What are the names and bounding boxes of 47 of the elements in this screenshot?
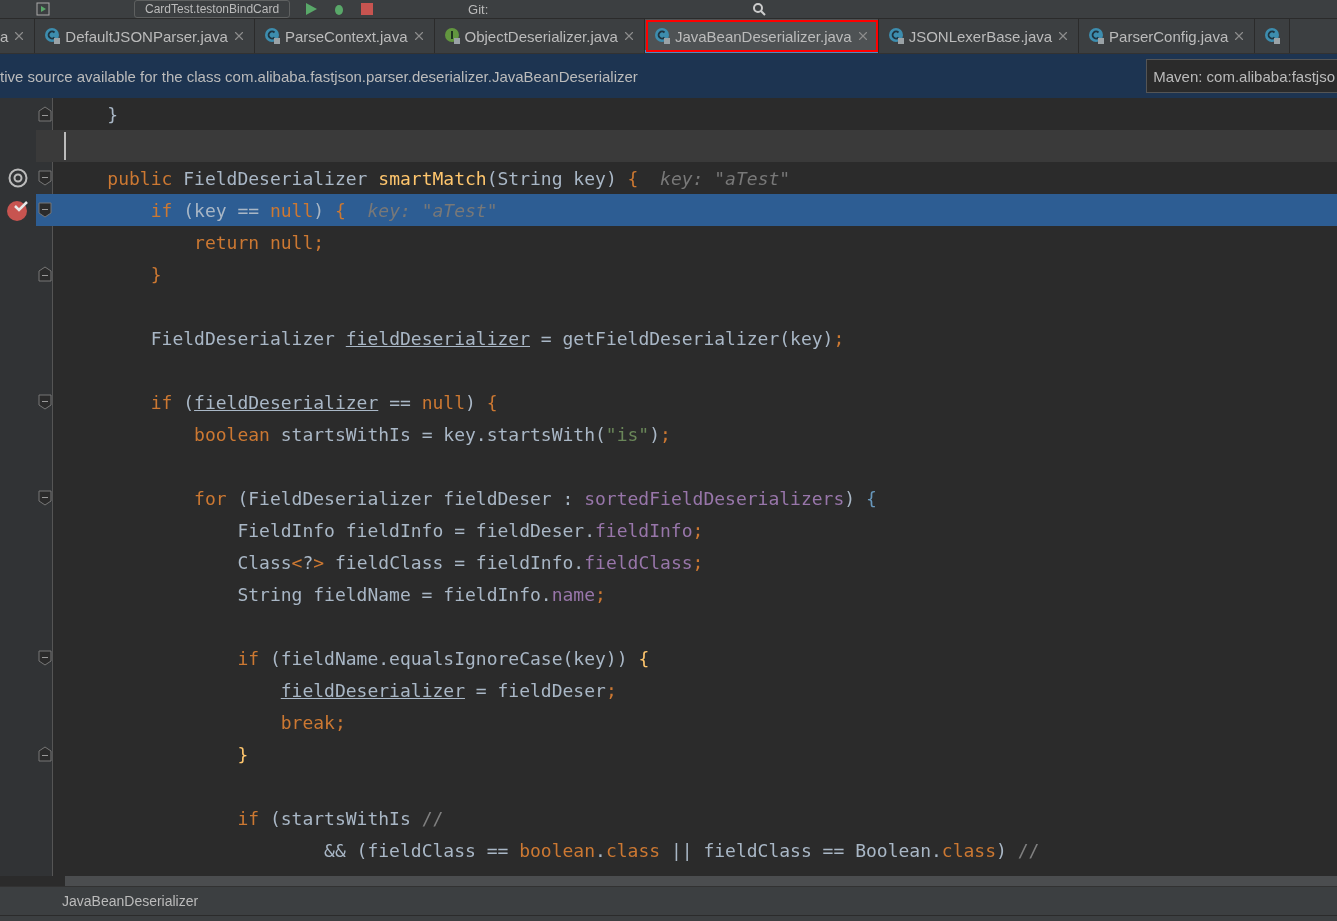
code-line: if (key == null) { key: "aTest" bbox=[149, 199, 498, 221]
code-line: } bbox=[236, 743, 249, 765]
code-line: if (fieldName.equalsIgnoreCase(key)) { bbox=[236, 647, 650, 669]
code-line: public FieldDeserializer smartMatch(String key) { key: "aTest" bbox=[106, 167, 791, 189]
code-line: FieldDeserializer fieldDeserializer = getFieldDeserializer(key); bbox=[149, 327, 845, 349]
class-file-icon bbox=[886, 27, 905, 45]
editor-tab[interactable]: JavaBeanDeserializer.java bbox=[644, 19, 879, 53]
fold-marker-icon[interactable] bbox=[37, 650, 52, 666]
code-line: } bbox=[106, 103, 119, 125]
code-line: if (fieldDeserializer == null) { bbox=[149, 391, 498, 413]
interface-file-icon bbox=[442, 27, 461, 45]
class-file-icon bbox=[1263, 27, 1282, 45]
class-file-icon bbox=[262, 27, 281, 45]
code-line: && (fieldClass == boolean.class || fieldClass == Boolean.class) // bbox=[323, 839, 1040, 861]
fold-marker-icon[interactable] bbox=[37, 106, 52, 122]
code-line: return null; bbox=[193, 231, 325, 253]
code-line: Class<?> fieldClass = fieldInfo.fieldClass; bbox=[236, 551, 704, 573]
maven-source-button[interactable]: Maven: com.alibaba:fastjso bbox=[1146, 59, 1337, 93]
run-icon[interactable] bbox=[36, 2, 50, 16]
code-line: for (FieldDeserializer fieldDeser : sortedFieldDeserializers) { bbox=[193, 487, 877, 509]
code-line: break; bbox=[279, 711, 346, 733]
code-line: boolean startsWithIs = key.startsWith("is"); bbox=[193, 423, 671, 445]
class-file-icon bbox=[43, 27, 62, 45]
code-line: FieldInfo fieldInfo = fieldDeser.fieldInfo; bbox=[236, 519, 704, 541]
run-configuration-dropdown[interactable]: CardTest.testonBindCard bbox=[134, 0, 291, 18]
code-line: fieldDeserializer = fieldDeser; bbox=[279, 679, 617, 701]
fold-marker-icon[interactable] bbox=[37, 394, 52, 410]
code-line: if (startsWithIs // bbox=[236, 807, 444, 829]
fold-marker-icon[interactable] bbox=[37, 202, 52, 218]
fold-marker-icon[interactable] bbox=[37, 746, 52, 762]
notice-text: tive source available for the class com.alibaba.fastjson.parser.deserializer.JavaBeanDeserializer bbox=[0, 67, 638, 85]
run-icon[interactable] bbox=[304, 2, 319, 16]
fold-marker-icon[interactable] bbox=[37, 170, 52, 186]
git-label: Git: bbox=[468, 1, 489, 17]
search-icon[interactable] bbox=[752, 2, 767, 16]
breakpoint-icon[interactable] bbox=[6, 198, 30, 222]
code-line: String fieldName = fieldInfo.name; bbox=[236, 583, 606, 605]
code-line: } bbox=[149, 263, 162, 285]
text-caret bbox=[64, 132, 66, 160]
class-file-icon bbox=[652, 27, 671, 45]
class-file-icon bbox=[1087, 27, 1106, 45]
fold-marker-icon[interactable] bbox=[37, 490, 52, 506]
editor-tab[interactable]: a bbox=[0, 19, 36, 53]
stop-icon[interactable] bbox=[360, 2, 375, 16]
breadcrumb[interactable]: JavaBeanDeserializer bbox=[62, 893, 199, 909]
horizontal-scrollbar[interactable] bbox=[65, 876, 1337, 886]
fold-marker-icon[interactable] bbox=[37, 266, 52, 282]
